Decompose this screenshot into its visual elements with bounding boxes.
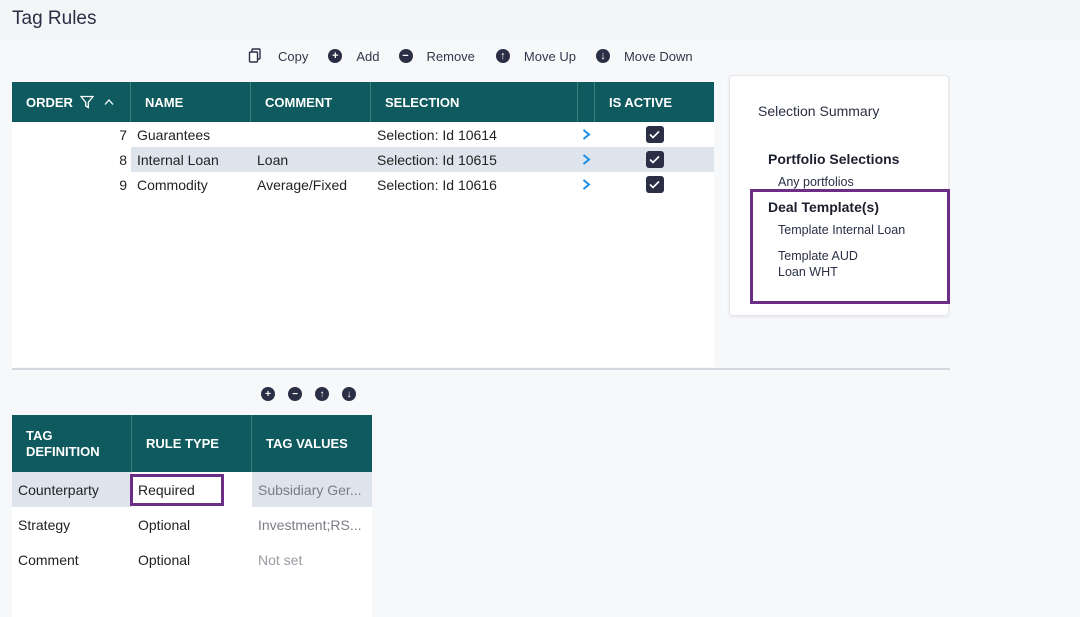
move-down-button[interactable]: ↓ Move Down (595, 48, 693, 64)
arrow-up-icon[interactable]: ↑ (315, 387, 329, 401)
tag-definition-cell: Strategy (18, 516, 71, 533)
is-active-header-label: IS ACTIVE (609, 94, 673, 110)
comment-cell: Loan (257, 151, 289, 168)
remove-button[interactable]: − Remove (398, 48, 475, 64)
move-up-button[interactable]: ↑ Move Up (495, 48, 576, 64)
selection-cell: Selection: Id 10615 (377, 151, 497, 168)
selection-summary-title: Selection Summary (758, 103, 880, 119)
remove-label: Remove (426, 48, 475, 64)
column-header-name[interactable]: NAME (131, 82, 251, 122)
active-checkbox[interactable] (645, 126, 664, 143)
active-checkbox-cell (595, 172, 714, 197)
tag-values-header-label: TAG VALUES (266, 435, 348, 451)
copy-label: Copy (278, 48, 309, 64)
add-button[interactable]: + Add (328, 48, 380, 64)
arrow-down-icon[interactable]: ↓ (342, 387, 356, 401)
sort-ascending-icon[interactable] (104, 98, 114, 106)
tag-values-cell: Subsidiary Ger... (258, 481, 362, 498)
rules-toolbar: Copy + Add − Remove ↑ Move Up ↓ Move Dow… (248, 46, 693, 66)
tag-toolbar: + − ↑ ↓ (261, 387, 369, 401)
rules-grid: ORDER NAME COMMENT SELECTION IS ACTIVE 7… (12, 82, 714, 367)
copy-icon (248, 48, 262, 64)
active-checkbox[interactable] (645, 176, 664, 193)
tag-definition-cell: Counterparty (18, 481, 99, 498)
tag-definition-header-line-1: TAG (26, 427, 53, 443)
column-header-tag-definition[interactable]: TAG DEFINITION (12, 415, 132, 472)
order-header-label: ORDER (26, 94, 73, 110)
table-row[interactable]: 8 Internal Loan Loan Selection: Id 10615 (12, 147, 714, 172)
arrow-up-icon: ↑ (495, 49, 510, 63)
move-up-label: Move Up (523, 48, 576, 64)
highlight-box-rule-type (130, 474, 224, 506)
selection-cell: Selection: Id 10614 (377, 126, 497, 143)
portfolio-selection-item: Any portfolios (778, 175, 854, 189)
name-cell: Commodity (137, 176, 208, 193)
column-header-navigate (578, 82, 595, 122)
order-cell: 8 (12, 147, 131, 172)
column-header-order[interactable]: ORDER (12, 82, 131, 122)
rules-grid-header: ORDER NAME COMMENT SELECTION IS ACTIVE (12, 82, 714, 122)
chevron-right-icon[interactable] (578, 172, 595, 197)
splitter-handle[interactable] (12, 368, 950, 370)
rule-type-cell[interactable]: Optional (132, 507, 252, 542)
active-checkbox[interactable] (645, 151, 664, 168)
portfolio-selections-heading: Portfolio Selections (768, 151, 900, 167)
column-header-rule-type[interactable]: RULE TYPE (132, 415, 252, 472)
comment-header-label: COMMENT (265, 94, 333, 110)
highlight-box-deal-templates (750, 189, 950, 304)
copy-button[interactable]: Copy (248, 48, 308, 64)
tag-values-cell: Investment;RS... (258, 516, 362, 533)
tag-grid: TAG DEFINITION RULE TYPE TAG VALUES Coun… (12, 415, 372, 617)
name-header-label: NAME (145, 94, 184, 110)
table-row[interactable]: Comment Optional Not set (12, 542, 372, 577)
order-cell: 9 (12, 172, 131, 197)
order-cell: 7 (12, 122, 131, 147)
arrow-down-icon: ↓ (595, 49, 610, 63)
plus-icon: + (328, 49, 343, 63)
column-header-comment[interactable]: COMMENT (251, 82, 371, 122)
column-header-selection[interactable]: SELECTION (371, 82, 578, 122)
chevron-right-icon[interactable] (578, 122, 595, 147)
name-cell: Internal Loan (137, 151, 219, 168)
active-checkbox-cell (595, 122, 714, 147)
rule-type-header-label: RULE TYPE (146, 435, 219, 451)
name-cell: Guarantees (137, 126, 211, 143)
tag-values-cell: Not set (258, 551, 303, 568)
column-header-tag-values[interactable]: TAG VALUES (252, 415, 372, 472)
tag-definition-cell: Comment (18, 551, 79, 568)
table-row[interactable]: 9 Commodity Average/Fixed Selection: Id … (12, 172, 714, 197)
minus-icon[interactable]: − (288, 387, 302, 401)
add-label: Add (356, 48, 380, 64)
filter-icon[interactable] (79, 95, 94, 109)
column-header-is-active[interactable]: IS ACTIVE (595, 82, 714, 122)
selection-header-label: SELECTION (385, 94, 460, 110)
comment-cell: Average/Fixed (257, 176, 348, 193)
comment-cell (251, 122, 371, 147)
tag-definition-header-line-2: DEFINITION (26, 443, 100, 459)
active-checkbox-cell (595, 147, 714, 172)
page-title: Tag Rules (12, 8, 97, 29)
minus-icon: − (398, 49, 413, 63)
selection-cell: Selection: Id 10616 (377, 176, 497, 193)
table-row[interactable]: 7 Guarantees Selection: Id 10614 (12, 122, 714, 147)
table-row[interactable]: Strategy Optional Investment;RS... (12, 507, 372, 542)
plus-icon[interactable]: + (261, 387, 275, 401)
tag-grid-header: TAG DEFINITION RULE TYPE TAG VALUES (12, 415, 372, 472)
move-down-label: Move Down (623, 48, 693, 64)
chevron-right-icon[interactable] (578, 147, 595, 172)
rule-type-cell[interactable]: Optional (132, 542, 252, 577)
